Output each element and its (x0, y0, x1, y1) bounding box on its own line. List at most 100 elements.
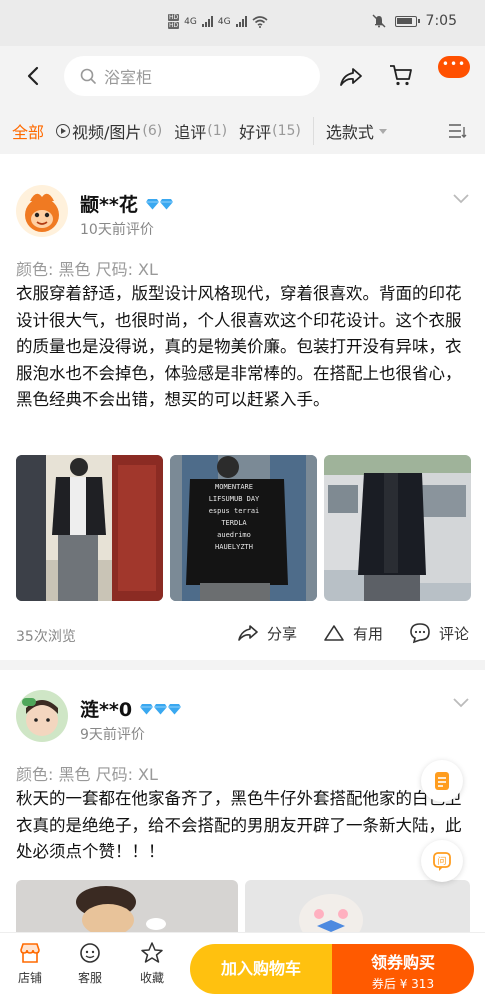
shirt-print-line: HAUELYZTH (215, 543, 253, 551)
signal-icon (235, 16, 247, 27)
chevron-down-icon[interactable] (453, 194, 469, 204)
comment-button[interactable]: 评论 (409, 622, 469, 644)
floating-question-button[interactable]: 问 (421, 840, 463, 882)
back-button[interactable] (22, 64, 46, 88)
clock: 7:05 (425, 13, 457, 29)
mute-icon (372, 14, 386, 28)
diamond-icon (159, 198, 173, 209)
diamond-icon (140, 703, 154, 714)
cart-button[interactable] (388, 62, 414, 88)
tab-label: 追评 (174, 123, 207, 142)
share-review-button[interactable]: 分享 (237, 622, 297, 644)
photo-image (16, 455, 163, 601)
network-indicators: HD HD 4G 4G (168, 14, 268, 29)
review-photos: MOMENTARE LIFSUMUB DAY espus terrai TERD… (16, 455, 471, 601)
more-menu-button[interactable]: ••• (438, 56, 470, 78)
service-icon (80, 943, 100, 963)
share-icon (340, 68, 362, 86)
list-view-icon[interactable] (449, 123, 467, 139)
tab-count: (15) (272, 123, 301, 139)
username-text: 涟**0 (80, 699, 133, 721)
shirt-print-line: LIFSUMUB DAY (209, 495, 260, 503)
search-placeholder: 浴室柜 (104, 68, 153, 87)
hd-badge: HD (168, 22, 180, 29)
username: 颛**花 (80, 190, 173, 217)
review-photo[interactable]: MOMENTARE LIFSUMUB DAY espus terrai TERD… (170, 455, 317, 601)
favorite-button[interactable]: 收藏 (132, 941, 172, 986)
status-right: 7:05 (372, 13, 457, 29)
avatar-image (16, 185, 68, 237)
svg-text:问: 问 (437, 855, 446, 867)
photo-image (245, 880, 470, 932)
search-input[interactable]: 浴室柜 (64, 56, 320, 96)
avatar[interactable] (16, 690, 68, 742)
tab-followup[interactable]: 追评 (1) (174, 119, 227, 143)
top-nav: 浴室柜 ••• (0, 46, 485, 108)
review-filter-tabs: 全部 视频/图片 (6) 追评 (1) 好评 (15) 选款式 (0, 108, 485, 154)
store-label: 店铺 (17, 971, 42, 985)
hd-badge: HD (168, 14, 180, 21)
review-spec: 颜色: 黑色 尺码: XL (16, 260, 158, 279)
play-icon (56, 124, 71, 138)
review-photo[interactable] (16, 880, 238, 932)
floating-notes-button[interactable] (421, 760, 463, 802)
battery-icon (394, 15, 420, 27)
style-select-dropdown[interactable]: 选款式 (326, 119, 387, 143)
tab-label: 好评 (239, 123, 272, 142)
customer-service-button[interactable]: 客服 (70, 941, 110, 986)
card-separator (0, 660, 485, 670)
review-spec: 颜色: 黑色 尺码: XL (16, 765, 158, 784)
diamond-icon (154, 703, 168, 714)
tab-positive[interactable]: 好评 (15) (239, 119, 301, 143)
avatar-image (16, 690, 68, 742)
review-photo[interactable] (16, 455, 163, 601)
photo-image (16, 880, 238, 932)
share-button[interactable] (338, 64, 364, 90)
comment-label: 评论 (438, 624, 469, 643)
review-photo[interactable] (245, 880, 470, 932)
caret-down-icon (378, 128, 387, 134)
store-button[interactable]: 店铺 (10, 941, 50, 986)
buy-with-coupon-button[interactable]: 领券购买 券后 ¥ 313 (332, 944, 474, 994)
signal-icon (201, 16, 213, 27)
network-type: 4G (184, 16, 197, 27)
diamond-icon (145, 198, 159, 209)
useful-button[interactable]: 有用 (323, 622, 383, 644)
view-count: 35次浏览 (16, 629, 76, 645)
tab-video-photo[interactable]: 视频/图片 (6) (56, 119, 162, 143)
back-arrow-icon (27, 66, 39, 86)
question-bubble-icon: 问 (433, 852, 451, 871)
network-type: 4G (217, 16, 231, 27)
useful-label: 有用 (352, 624, 383, 643)
review-actions: 分享 有用 评论 (237, 622, 469, 644)
tab-label: 选款式 (325, 123, 374, 142)
buy-price: 券后 ¥ 313 (371, 977, 435, 991)
review-text: 衣服穿着舒适，版型设计风格现代，穿着很喜欢。背面的印花设计很大气，也很时尚，个人… (16, 284, 462, 409)
diamond-icon (168, 703, 182, 714)
search-icon (80, 68, 96, 84)
review-text: 秋天的一套都在他家备齐了，黑色牛仔外套搭配他家的白色卫衣真的是绝绝子，给不会搭配… (16, 789, 462, 861)
review-photos (16, 880, 470, 932)
tab-label: 视频/图片 (72, 123, 142, 142)
add-to-cart-button[interactable]: 加入购物车 (190, 944, 332, 994)
review-photo[interactable] (324, 455, 471, 601)
shirt-print-line: espus terrai (209, 507, 260, 515)
member-level-badge (140, 703, 182, 715)
tab-label: 全部 (12, 123, 45, 142)
chevron-down-icon[interactable] (453, 698, 469, 708)
shirt-print-line: TERDLA (221, 519, 247, 527)
hd-badges: HD HD (168, 14, 180, 29)
member-level-badge (145, 198, 173, 210)
share-label: 分享 (266, 624, 297, 643)
tab-count: (1) (207, 123, 228, 139)
buy-label: 领券购买 (370, 953, 435, 972)
photo-image: MOMENTARE LIFSUMUB DAY espus terrai TERD… (170, 455, 317, 601)
star-icon (141, 942, 163, 963)
comment-icon (410, 623, 430, 644)
notes-icon (435, 772, 449, 790)
tab-all[interactable]: 全部 (12, 119, 44, 143)
review-time: 10天前评价 (80, 222, 154, 238)
review-time: 9天前评价 (80, 727, 145, 743)
avatar[interactable] (16, 185, 68, 237)
service-label: 客服 (77, 971, 102, 985)
